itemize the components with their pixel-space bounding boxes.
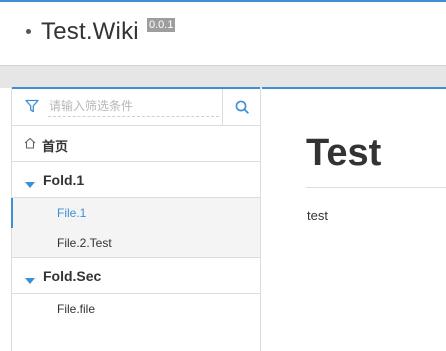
nav-item-home-label: 首页 [42, 139, 69, 154]
site-title[interactable]: Test.Wiki [41, 18, 139, 46]
active-indicator [11, 198, 13, 228]
folder-fold-sec[interactable]: Fold.Sec [12, 258, 260, 294]
page-title: Test [306, 132, 382, 174]
filter-input[interactable] [48, 96, 219, 117]
folder-label: Fold.Sec [43, 268, 102, 284]
search-icon [235, 100, 249, 114]
file-label: File.file [57, 302, 96, 316]
filter-bar [12, 89, 260, 126]
title-divider [306, 187, 446, 188]
search-button[interactable] [222, 89, 260, 125]
sidebar: 首页 Fold.1 File.1 File.2.Test Fold.Sec Fi… [11, 87, 261, 351]
site-header: Test.Wiki 0.0.1 [0, 2, 446, 65]
folder-fold-1[interactable]: Fold.1 [12, 162, 260, 198]
home-icon [24, 137, 36, 152]
file-item[interactable]: File.1 [11, 198, 260, 228]
header-bullet [26, 29, 31, 34]
content-accent-line [262, 87, 446, 89]
file-label: File.1 [57, 206, 87, 220]
file-item[interactable]: File.2.Test [12, 228, 260, 258]
version-badge: 0.0.1 [147, 18, 176, 32]
caret-down-icon [25, 273, 35, 288]
folder-label: Fold.1 [43, 172, 85, 188]
file-label: File.2.Test [57, 236, 112, 250]
file-item[interactable]: File.file [12, 294, 260, 324]
page-body-text: test [307, 208, 328, 223]
caret-down-icon [25, 177, 35, 192]
filter-icon [25, 99, 39, 118]
main-content: Test test [262, 87, 446, 351]
nav-item-home[interactable]: 首页 [12, 126, 260, 162]
header-divider-band [0, 65, 446, 88]
